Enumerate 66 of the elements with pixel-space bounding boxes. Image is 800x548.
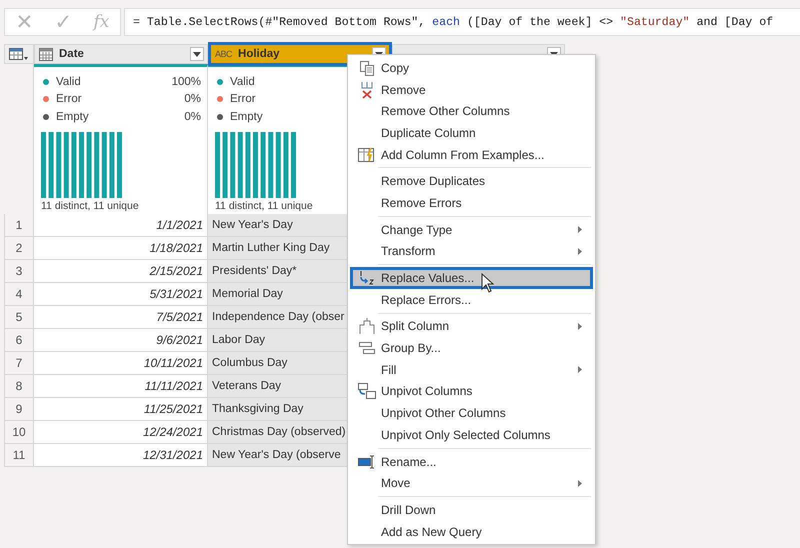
menu-item[interactable]: Drill Down xyxy=(350,499,593,521)
calendar-icon xyxy=(39,48,53,60)
date-cell: 12/24/2021 xyxy=(34,421,208,444)
stat-label: Empty xyxy=(56,110,90,123)
group-by-icon xyxy=(359,341,375,356)
date-cell: 10/11/2021 xyxy=(34,352,208,375)
distinct-summary: 11 distinct, 11 unique xyxy=(41,200,140,212)
distinct-summary: 11 distinct, 11 unique xyxy=(215,200,314,212)
row-number: 11 xyxy=(4,444,34,467)
date-cell: 11/25/2021 xyxy=(34,398,208,421)
stat-label: Error xyxy=(56,93,83,106)
row-number: 6 xyxy=(4,329,34,352)
filter-dropdown-button[interactable] xyxy=(190,47,204,61)
date-cell: 12/31/2021 xyxy=(34,444,208,467)
column-name: Date xyxy=(59,48,85,60)
menu-item[interactable]: Add as New Query xyxy=(350,520,593,542)
row-number: 4 xyxy=(4,283,34,306)
menu-item[interactable]: Remove Duplicates xyxy=(350,170,593,192)
row-number: 9 xyxy=(4,398,34,421)
submenu-arrow-icon xyxy=(578,226,582,234)
stat-label: Valid xyxy=(56,76,82,88)
row-number: 2 xyxy=(4,237,34,260)
formula-field[interactable]: = Table.SelectRows(#"Removed Bottom Rows", each ([Day of the week] <> "Saturday" and [Day of xyxy=(124,8,800,36)
menu-item[interactable]: Remove xyxy=(350,78,593,100)
submenu-arrow-icon xyxy=(578,322,582,330)
row-number: 1 xyxy=(4,214,34,237)
date-cell: 1/18/2021 xyxy=(34,237,208,260)
stat-percent: 100% xyxy=(172,76,201,88)
stat-percent: 0% xyxy=(184,93,201,106)
add-column-icon xyxy=(358,146,376,163)
table-icon xyxy=(9,48,29,60)
row-number: 3 xyxy=(4,260,34,283)
date-cell: 11/11/2021 xyxy=(34,375,208,398)
split-column-icon xyxy=(359,318,375,334)
cursor-icon xyxy=(481,273,495,294)
copy-icon xyxy=(359,60,375,76)
date-cell: 9/6/2021 xyxy=(34,329,208,352)
submenu-arrow-icon xyxy=(578,366,582,374)
date-cell: 7/5/2021 xyxy=(34,306,208,329)
stat-percent: 0% xyxy=(184,110,201,123)
row-number: 10 xyxy=(4,421,34,444)
menu-item[interactable]: Duplicate Column xyxy=(350,122,593,144)
text-type-icon: ABC xyxy=(215,49,232,59)
replace-values-icon xyxy=(358,270,376,286)
stat-label: Valid xyxy=(230,76,256,88)
column-name: Holiday xyxy=(238,48,281,60)
rename-icon xyxy=(358,454,376,469)
date-cell: 5/31/2021 xyxy=(34,283,208,306)
date-cell: 2/15/2021 xyxy=(34,260,208,283)
row-number: 8 xyxy=(4,375,34,398)
stat-label: Empty xyxy=(230,110,264,123)
caret-icon xyxy=(193,52,201,56)
menu-item[interactable]: Move xyxy=(350,472,593,494)
row-number: 5 xyxy=(4,306,34,329)
row-number: 7 xyxy=(4,352,34,375)
menu-item[interactable]: Remove Other Columns xyxy=(350,100,593,122)
stat-label: Error xyxy=(230,93,257,106)
menu-item[interactable]: Add Column From Examples... xyxy=(350,144,593,166)
submenu-arrow-icon xyxy=(578,248,582,255)
date-cell: 1/1/2021 xyxy=(34,214,208,237)
remove-column-icon xyxy=(359,80,375,99)
column-header[interactable]: Date xyxy=(34,44,208,64)
unpivot-icon xyxy=(358,383,376,400)
submenu-arrow-icon xyxy=(578,480,582,487)
table-menu-button[interactable] xyxy=(4,44,34,64)
menu-item[interactable]: Remove Errors xyxy=(350,192,593,214)
